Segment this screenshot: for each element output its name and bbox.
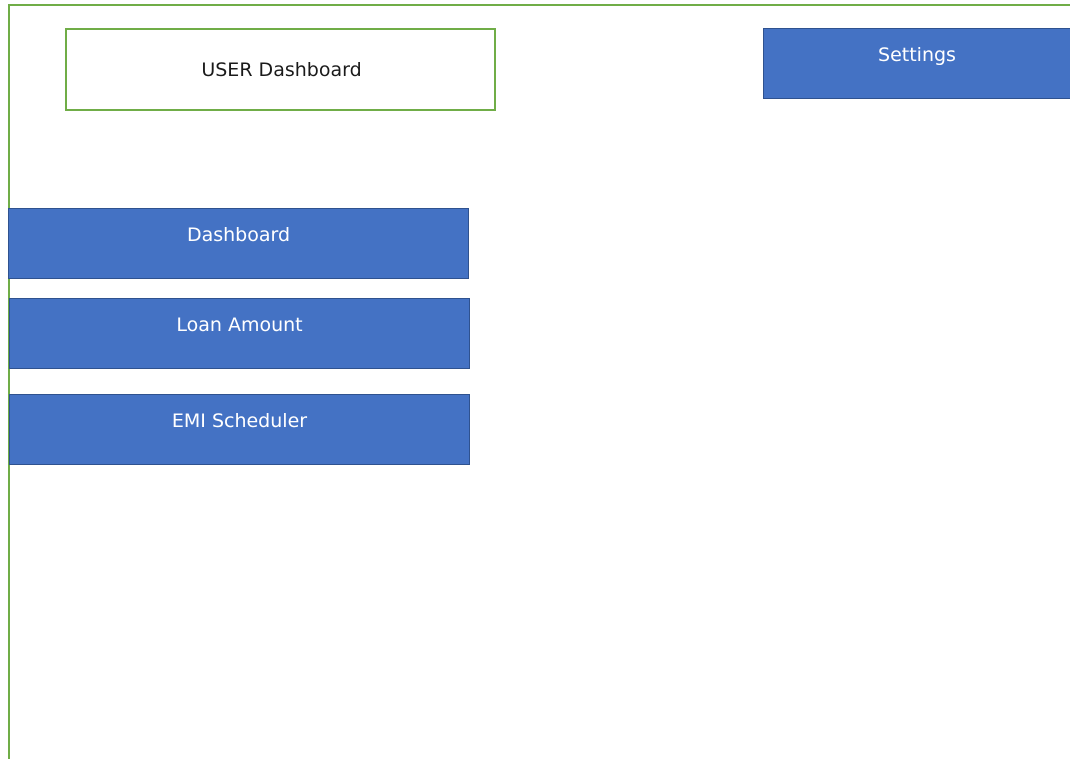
nav-emi-scheduler-button[interactable]: EMI Scheduler [9,394,470,465]
frame-top-border [8,4,1070,6]
settings-button[interactable]: Settings [763,28,1070,99]
nav-dashboard-label: Dashboard [186,224,291,246]
nav-loan-amount-button[interactable]: Loan Amount [9,298,470,369]
settings-button-label: Settings [878,44,956,66]
frame-left-border [8,4,10,759]
nav-loan-amount-label: Loan Amount [176,314,303,336]
page-title-box: USER Dashboard [65,28,496,111]
nav-dashboard-button[interactable]: Dashboard [8,208,469,279]
nav-emi-scheduler-label: EMI Scheduler [171,410,308,432]
page-title: USER Dashboard [201,58,362,81]
